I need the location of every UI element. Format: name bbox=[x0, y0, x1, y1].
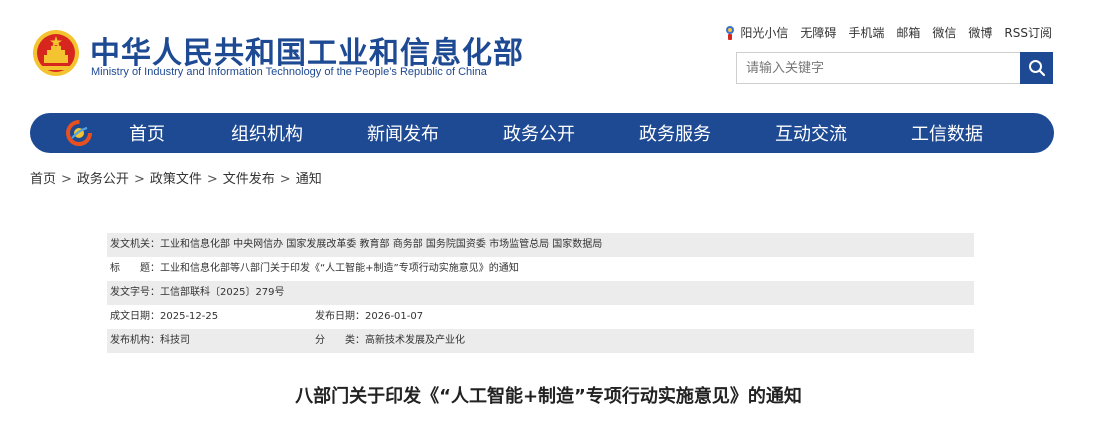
breadcrumb-notice[interactable]: 通知 bbox=[296, 172, 322, 187]
nav-item-gov-services[interactable]: 政务服务 bbox=[639, 120, 711, 146]
nav-item-home[interactable]: 首页 bbox=[129, 120, 165, 146]
nav-item-organization[interactable]: 组织机构 bbox=[231, 120, 303, 146]
docno-label: 发文字号： bbox=[110, 287, 160, 298]
published-label: 发布日期： bbox=[315, 311, 365, 322]
category-label: 分 类： bbox=[315, 335, 365, 346]
sunshine-mascot-icon bbox=[726, 26, 735, 40]
breadcrumb-policy-docs[interactable]: 政策文件 bbox=[150, 172, 202, 187]
nav-item-data[interactable]: 工信数据 bbox=[911, 120, 983, 146]
title-label: 标 题： bbox=[110, 263, 160, 274]
site-subtitle: Ministry of Industry and Information Tec… bbox=[91, 66, 487, 78]
category-cell: 分 类：高新技术发展及产业化 bbox=[315, 329, 465, 353]
published-value: 2026-01-07 bbox=[365, 311, 424, 322]
created-label: 成文日期： bbox=[110, 311, 160, 322]
info-row-title: 标 题：工业和信息化部等八部门关于印发《“人工智能+制造”专项行动实施意见》的通… bbox=[107, 257, 974, 281]
breadcrumb-home[interactable]: 首页 bbox=[30, 172, 56, 187]
breadcrumb: 首页 > 政务公开 > 政策文件 > 文件发布 > 通知 bbox=[30, 168, 322, 187]
top-link-wechat[interactable]: 微信 bbox=[932, 24, 956, 41]
breadcrumb-separator: > bbox=[61, 172, 72, 187]
main-nav: 首页 组织机构 新闻发布 政务公开 政务服务 互动交流 工信数据 bbox=[30, 113, 1054, 153]
nav-item-news[interactable]: 新闻发布 bbox=[367, 120, 439, 146]
info-row-docno: 发文字号：工信部联科〔2025〕279号 bbox=[107, 281, 974, 305]
top-link-rss[interactable]: RSS订阅 bbox=[1004, 24, 1052, 41]
org-label: 发布机构： bbox=[110, 335, 160, 346]
search-button[interactable] bbox=[1020, 52, 1053, 84]
info-row-issuer: 发文机关：工业和信息化部 中央网信办 国家发展改革委 教育部 商务部 国务院国资… bbox=[107, 233, 974, 257]
top-link-label: 阳光小信 bbox=[740, 26, 789, 40]
info-row-dates: 成文日期：2025-12-25 发布日期：2026-01-07 bbox=[107, 305, 974, 329]
search-input[interactable] bbox=[737, 53, 1021, 83]
org-value: 科技司 bbox=[160, 335, 190, 346]
site-header: 中华人民共和国工业和信息化部 Ministry of Industry and … bbox=[0, 0, 1097, 105]
search-icon bbox=[1028, 60, 1045, 77]
top-link-weibo[interactable]: 微博 bbox=[968, 24, 992, 41]
created-value: 2025-12-25 bbox=[160, 311, 219, 322]
breadcrumb-doc-release[interactable]: 文件发布 bbox=[223, 172, 275, 187]
nav-item-gov-affairs[interactable]: 政务公开 bbox=[503, 120, 575, 146]
top-link-sunshine[interactable]: 阳光小信 bbox=[724, 24, 788, 41]
breadcrumb-gov-affairs[interactable]: 政务公开 bbox=[77, 172, 129, 187]
document-info-table: 发文机关：工业和信息化部 中央网信办 国家发展改革委 教育部 商务部 国务院国资… bbox=[107, 233, 974, 353]
category-value: 高新技术发展及产业化 bbox=[365, 335, 465, 346]
published-cell: 发布日期：2026-01-07 bbox=[315, 305, 423, 329]
info-row-org: 发布机构：科技司 分 类：高新技术发展及产业化 bbox=[107, 329, 974, 353]
breadcrumb-separator: > bbox=[206, 172, 218, 187]
top-link-mobile[interactable]: 手机端 bbox=[848, 24, 884, 41]
top-link-accessibility[interactable]: 无障碍 bbox=[800, 24, 836, 41]
search-box bbox=[736, 52, 1053, 84]
issuer-label: 发文机关： bbox=[110, 239, 160, 250]
national-emblem-icon[interactable] bbox=[32, 28, 80, 78]
nav-item-interaction[interactable]: 互动交流 bbox=[775, 120, 847, 146]
miit-logo-icon[interactable] bbox=[66, 120, 92, 146]
docno-value: 工信部联科〔2025〕279号 bbox=[160, 287, 285, 298]
document-title: 八部门关于印发《“人工智能+制造”专项行动实施意见》的通知 bbox=[295, 386, 802, 407]
top-links: 阳光小信 无障碍 手机端 邮箱 微信 微博 RSS订阅 bbox=[724, 24, 1052, 41]
nav-items: 首页 组织机构 新闻发布 政务公开 政务服务 互动交流 工信数据 bbox=[120, 113, 983, 153]
breadcrumb-separator: > bbox=[133, 172, 145, 187]
issuer-value: 工业和信息化部 中央网信办 国家发展改革委 教育部 商务部 国务院国资委 市场监… bbox=[160, 239, 603, 250]
top-link-mail[interactable]: 邮箱 bbox=[896, 24, 920, 41]
title-value: 工业和信息化部等八部门关于印发《“人工智能+制造”专项行动实施意见》的通知 bbox=[160, 263, 519, 274]
breadcrumb-separator: > bbox=[279, 172, 291, 187]
